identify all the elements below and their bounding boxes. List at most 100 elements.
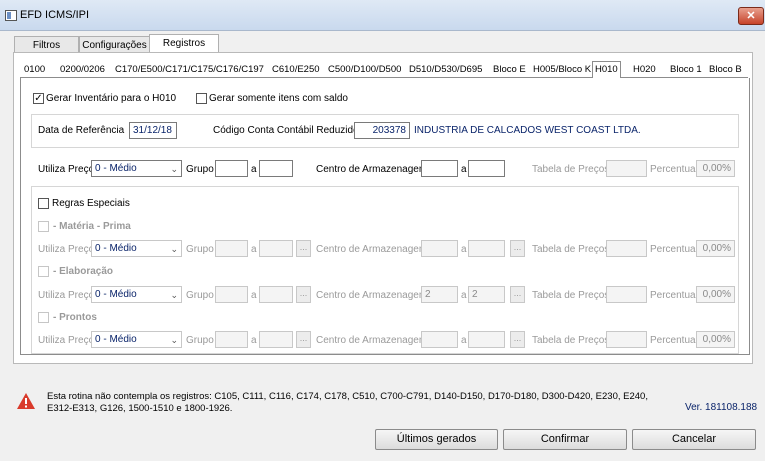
utiliza-preco-select[interactable]: 0 - Médio ⌄: [91, 160, 182, 177]
chevron-down-icon: ⌄: [170, 335, 178, 345]
materia-preco-select[interactable]: 0 - Médio ⌄: [91, 240, 182, 257]
app-icon: [5, 10, 17, 21]
centro-label: Centro de Armazenagem: [316, 164, 428, 175]
chevron-down-icon: ⌄: [170, 164, 178, 174]
regras-checkbox[interactable]: [38, 198, 49, 209]
materia-centro-to[interactable]: [468, 240, 505, 257]
window-title: EFD ICMS/IPI: [20, 9, 90, 21]
subtab-0200[interactable]: 0200/0206: [58, 62, 107, 77]
elab-percentual-label: Percentual: [650, 290, 698, 301]
centro-to-input[interactable]: [468, 160, 505, 177]
elab-grupo-a: a: [251, 290, 257, 301]
subtab-bloco-e[interactable]: Bloco E: [491, 62, 528, 77]
prontos-grupo-from[interactable]: [215, 331, 248, 348]
elab-centro-a: a: [461, 290, 467, 301]
ultimos-gerados-button[interactable]: Últimos gerados: [375, 429, 498, 450]
gerar-somente-label: Gerar somente itens com saldo: [209, 93, 348, 104]
centro-from-input[interactable]: [421, 160, 458, 177]
subtab-h020[interactable]: H020: [631, 62, 658, 77]
regras-label: Regras Especiais: [52, 198, 130, 209]
note-line-2: E312-E313, G126, 1500-1510 e 1800-1926.: [47, 403, 233, 414]
prontos-checkbox[interactable]: [38, 312, 49, 323]
elab-tabela-label: Tabela de Preços: [532, 290, 610, 301]
prontos-centro-from[interactable]: [421, 331, 458, 348]
prontos-tabela-input[interactable]: [606, 331, 647, 348]
tabela-label: Tabela de Preços: [532, 164, 610, 175]
materia-grupo-from[interactable]: [215, 240, 248, 257]
version-label: Ver. 181108.188: [685, 402, 758, 413]
prontos-centro-label: Centro de Armazenagem: [316, 335, 428, 346]
elaboracao-checkbox[interactable]: [38, 266, 49, 277]
percentual-input[interactable]: 0,00%: [696, 160, 735, 177]
elab-percentual-input[interactable]: 0,00%: [696, 286, 735, 303]
elab-centro-label: Centro de Armazenagem: [316, 290, 428, 301]
prontos-centro-a: a: [461, 335, 467, 346]
warning-icon: [16, 392, 36, 410]
elab-grupo-lookup[interactable]: ...: [296, 286, 311, 303]
prontos-percentual-input[interactable]: 0,00%: [696, 331, 735, 348]
prontos-grupo-label: Grupo: [186, 335, 214, 346]
prontos-preco-value: 0 - Médio: [95, 334, 137, 345]
prontos-percentual-label: Percentual: [650, 335, 698, 346]
subtab-h010[interactable]: H010: [592, 61, 621, 78]
cancelar-button[interactable]: Cancelar: [632, 429, 756, 450]
materia-centro-lookup[interactable]: ...: [510, 240, 525, 257]
data-ref-input[interactable]: 31/12/18: [129, 122, 177, 139]
centro-a-label: a: [461, 164, 467, 175]
subtab-c170[interactable]: C170/E500/C171/C175/C176/C197: [113, 62, 266, 77]
grupo-a-label: a: [251, 164, 257, 175]
materia-checkbox[interactable]: [38, 221, 49, 232]
subtab-0100[interactable]: 0100: [22, 62, 47, 77]
materia-tabela-input[interactable]: [606, 240, 647, 257]
elab-grupo-label: Grupo: [186, 290, 214, 301]
chevron-down-icon: ⌄: [170, 290, 178, 300]
prontos-grupo-lookup[interactable]: ...: [296, 331, 311, 348]
materia-label: - Matéria - Prima: [53, 221, 131, 232]
gerar-inventario-label: Gerar Inventário para o H010: [46, 93, 177, 104]
percentual-label: Percentual: [650, 164, 698, 175]
elab-grupo-to[interactable]: [259, 286, 293, 303]
subtab-c500[interactable]: C500/D100/D500: [326, 62, 403, 77]
materia-grupo-lookup[interactable]: ...: [296, 240, 311, 257]
materia-percentual-input[interactable]: 0,00%: [696, 240, 735, 257]
elab-centro-to[interactable]: 2: [468, 286, 505, 303]
tab-registros[interactable]: Registros: [149, 34, 219, 54]
conta-description: INDUSTRIA DE CALCADOS WEST COAST LTDA.: [414, 125, 641, 136]
subtab-c610[interactable]: C610/E250: [270, 62, 322, 77]
grupo-to-input[interactable]: [259, 160, 293, 177]
materia-percentual-label: Percentual: [650, 244, 698, 255]
elab-centro-from[interactable]: 2: [421, 286, 458, 303]
close-button[interactable]: ✕: [738, 7, 764, 25]
elab-grupo-from[interactable]: [215, 286, 248, 303]
gerar-inventario-checkbox[interactable]: ✓: [33, 93, 44, 104]
materia-grupo-label: Grupo: [186, 244, 214, 255]
prontos-grupo-to[interactable]: [259, 331, 293, 348]
prontos-centro-to[interactable]: [468, 331, 505, 348]
title-bar: EFD ICMS/IPI ✕: [0, 0, 765, 31]
materia-grupo-to[interactable]: [259, 240, 293, 257]
prontos-label: - Prontos: [53, 312, 97, 323]
data-ref-label: Data de Referência: [38, 125, 125, 136]
materia-preco-value: 0 - Médio: [95, 243, 137, 254]
utiliza-preco-label: Utiliza Preço: [38, 164, 95, 175]
conta-input[interactable]: 203378: [354, 122, 410, 139]
prontos-preco-select[interactable]: 0 - Médio ⌄: [91, 331, 182, 348]
elab-preco-value: 0 - Médio: [95, 289, 137, 300]
prontos-centro-lookup[interactable]: ...: [510, 331, 525, 348]
prontos-grupo-a: a: [251, 335, 257, 346]
subtab-d510[interactable]: D510/D530/D695: [407, 62, 484, 77]
subtab-bloco-b[interactable]: Bloco B: [707, 62, 744, 77]
materia-centro-label: Centro de Armazenagem: [316, 244, 428, 255]
subtab-h005[interactable]: H005/Bloco K: [531, 62, 593, 77]
subtab-bloco-1[interactable]: Bloco 1: [668, 62, 704, 77]
materia-centro-from[interactable]: [421, 240, 458, 257]
materia-preco-label: Utiliza Preço: [38, 244, 95, 255]
grupo-from-input[interactable]: [215, 160, 248, 177]
elab-tabela-input[interactable]: [606, 286, 647, 303]
elab-centro-lookup[interactable]: ...: [510, 286, 525, 303]
gerar-somente-checkbox[interactable]: [196, 93, 207, 104]
confirmar-button[interactable]: Confirmar: [503, 429, 627, 450]
tabela-input[interactable]: [606, 160, 647, 177]
elab-preco-select[interactable]: 0 - Médio ⌄: [91, 286, 182, 303]
materia-tabela-label: Tabela de Preços: [532, 244, 610, 255]
